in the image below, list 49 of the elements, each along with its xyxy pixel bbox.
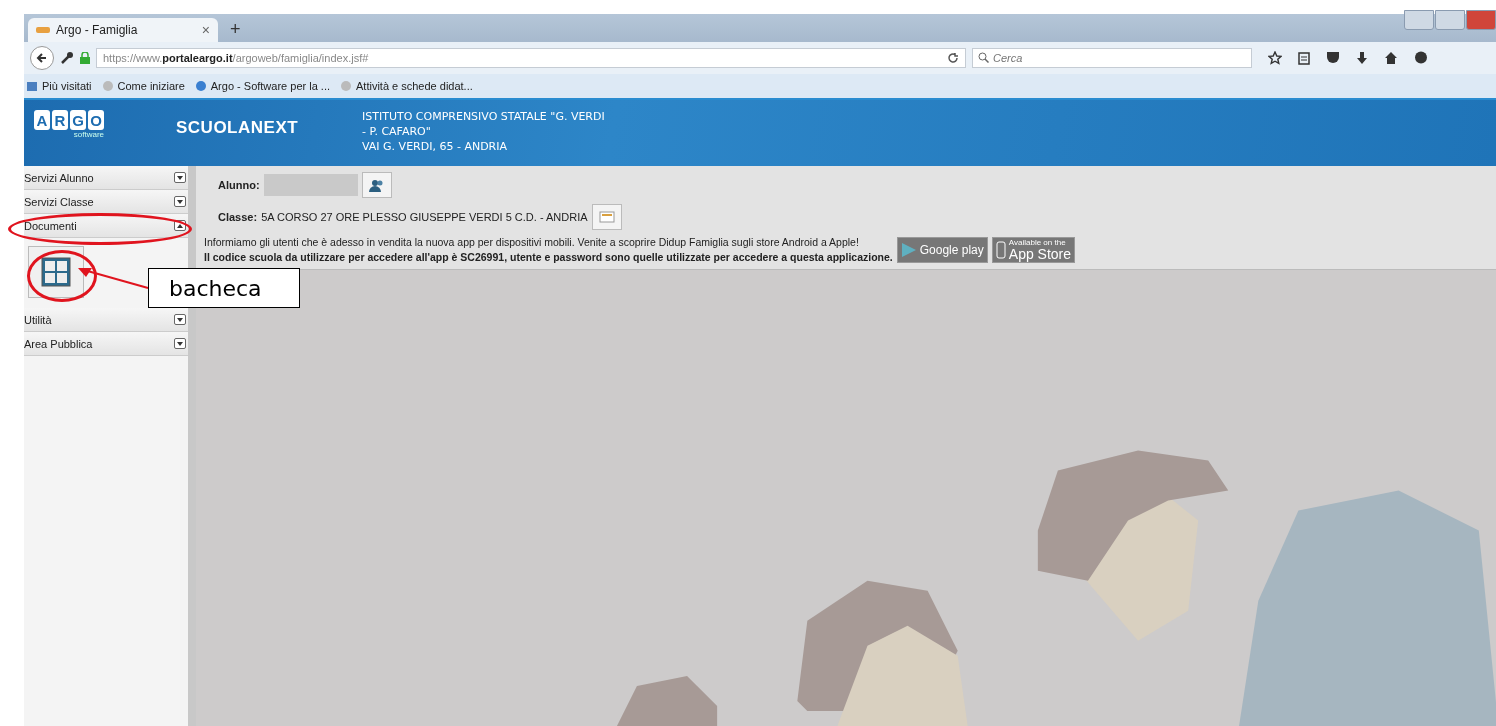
dropdown-icon <box>174 338 186 349</box>
dropdown-icon <box>174 196 186 207</box>
key-icon <box>60 51 74 65</box>
browser-tab[interactable]: Argo - Famiglia × <box>28 18 218 42</box>
notice-text: Il codice scuola da utilizzare per accedere all'app è SC26991, utente e password sono quelle utilizzate per accedere a questa applicazione. <box>204 251 893 263</box>
select-student-button[interactable] <box>361 172 392 198</box>
bookmark-link[interactable]: Argo - Software per la ... <box>194 80 330 92</box>
dropdown-icon <box>174 220 186 231</box>
bookmark-link[interactable]: Come iniziare <box>101 80 185 92</box>
home-icon[interactable] <box>1384 51 1398 64</box>
app-store-badge[interactable]: Available on the App Store <box>991 236 1076 263</box>
people-icon <box>368 178 385 192</box>
school-info: VAI G. VERDI, 65 - ANDRIA <box>362 140 509 153</box>
product-name: SCUOLANEXT <box>176 118 300 138</box>
star-icon[interactable] <box>1268 51 1282 65</box>
address-bar[interactable]: https://www.portaleargo.it/argoweb/famiglia/index.jsf# <box>96 48 966 68</box>
globe-icon <box>101 80 114 92</box>
bookmark-folder-icon <box>26 80 38 92</box>
student-label: Alunno: <box>218 179 260 191</box>
search-icon <box>978 52 989 63</box>
close-tab-button[interactable]: × <box>201 22 210 38</box>
globe-icon <box>340 80 352 92</box>
reload-icon <box>947 52 959 64</box>
school-info: - P. CAFARO" <box>362 125 432 138</box>
callout-label: bacheca <box>148 268 300 308</box>
class-value: 5A CORSO 27 ORE PLESSO GIUSEPPE VERDI 5 C.D. - ANDRIA <box>261 211 588 223</box>
bookmark-link[interactable]: Più visitati <box>26 80 92 92</box>
google-play-badge[interactable]: Google play <box>896 236 988 263</box>
phone-icon <box>995 240 1006 259</box>
bulletin-board-button[interactable] <box>28 246 84 298</box>
card-icon <box>598 211 615 223</box>
class-label: Classe: <box>218 211 258 223</box>
board-grid-icon <box>41 257 71 287</box>
reading-list-icon[interactable] <box>1298 51 1310 65</box>
download-icon[interactable] <box>1356 51 1368 65</box>
school-info: ISTITUTO COMPRENSIVO STATALE "G. VERDI <box>362 110 605 123</box>
globe-icon <box>194 80 207 92</box>
back-button[interactable] <box>30 46 54 70</box>
dropdown-icon <box>174 172 186 183</box>
dropdown-icon <box>174 314 186 325</box>
new-tab-button[interactable]: + <box>224 19 247 42</box>
back-arrow-icon <box>36 52 48 64</box>
lock-icon <box>80 52 90 64</box>
bookmark-link[interactable]: Attività e schede didat... <box>340 80 473 92</box>
search-field[interactable]: Cerca <box>972 48 1252 68</box>
logo: A R G O software <box>34 110 104 139</box>
notice-text: Informiamo gli utenti che è adesso in vendita la nuova app per dispositivi mobili. Venite a scoprire Didup Famiglia sugli store Android a Apple! <box>204 236 860 248</box>
play-icon <box>900 241 917 258</box>
site-favicon <box>36 27 50 33</box>
